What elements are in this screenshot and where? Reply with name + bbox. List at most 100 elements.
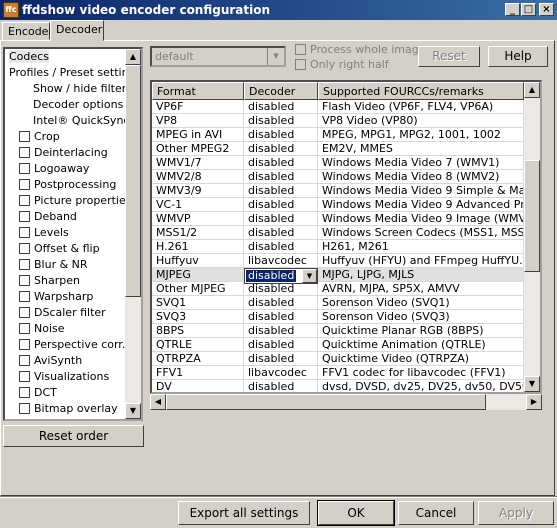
cell-decoder[interactable]: disabled <box>244 156 318 170</box>
table-row[interactable]: MSS1/2 disabled Windows Screen Codecs (MSS… <box>152 226 524 240</box>
sidebar-item[interactable]: Profiles / Preset settings <box>7 65 141 81</box>
maximize-button[interactable]: □ <box>521 3 536 16</box>
cell-decoder[interactable]: libavcodec <box>244 254 318 268</box>
sidebar-item[interactable]: Postprocessing <box>7 177 125 193</box>
cell-decoder[interactable]: disabled <box>244 114 318 128</box>
cell-decoder[interactable]: disabled <box>244 100 318 114</box>
checkbox-icon[interactable] <box>19 146 30 158</box>
checkbox-icon[interactable] <box>19 290 30 302</box>
scroll-down-icon[interactable]: ▼ <box>125 403 141 419</box>
table-row[interactable]: WMV3/9 disabled Windows Media Video 9 Simp… <box>152 184 524 198</box>
sidebar-item[interactable]: Show / hide filters <box>7 81 132 97</box>
sidebar-item[interactable]: Picture properties <box>7 193 131 209</box>
sidebar-item[interactable]: Intel® QuickSync <box>7 113 129 129</box>
checkbox-icon[interactable] <box>19 242 30 254</box>
export-settings-button[interactable]: Export all settings <box>178 501 310 525</box>
table-row[interactable]: WMV2/8 disabled Windows Media Video 8 (WMV… <box>152 170 524 184</box>
only-right-half-checkbox[interactable]: Only right half <box>295 58 389 71</box>
sidebar-item[interactable]: Blur & NR <box>7 257 125 273</box>
title-bar[interactable]: ffc ffdshow video encoder configuration … <box>0 0 557 20</box>
sidebar-item[interactable]: Deinterlacing <box>7 145 125 161</box>
table-row[interactable]: QTRLE disabled Quicktime Animation (QTRLE) <box>152 338 524 352</box>
sidebar-item[interactable]: Sharpen <box>7 273 125 289</box>
table-row[interactable]: WMVP disabled Windows Media Video 9 Image … <box>152 212 524 226</box>
grid-scroll-thumb[interactable] <box>524 160 540 272</box>
cell-decoder[interactable]: libavcodec <box>244 366 318 380</box>
checkbox-icon[interactable] <box>19 162 30 174</box>
scroll-up-icon[interactable]: ▲ <box>524 82 540 98</box>
cancel-button[interactable]: Cancel <box>398 501 474 525</box>
sidebar-item[interactable]: Perspective corr. <box>7 337 125 353</box>
table-row[interactable]: Huffyuv libavcodec Huffyuv (HFYU) and FFmp… <box>152 254 524 268</box>
column-header-remarks[interactable]: Supported FOURCCs/remarks <box>318 82 524 100</box>
filter-list[interactable]: Codecs Profiles / Preset settings Show / h… <box>3 47 143 421</box>
cell-decoder[interactable]: disabled <box>244 282 318 296</box>
chevron-down-icon[interactable]: ▼ <box>302 269 317 283</box>
preset-combo[interactable]: default ▼ <box>150 46 286 67</box>
column-header-decoder[interactable]: Decoder <box>244 82 318 100</box>
table-row[interactable]: WMV1/7 disabled Windows Media Video 7 (WMV… <box>152 156 524 170</box>
cell-decoder[interactable]: disabled <box>244 352 318 366</box>
cell-decoder[interactable]: disabled <box>244 226 318 240</box>
checkbox-icon[interactable] <box>19 210 30 222</box>
grid-hscrollbar[interactable]: ◀ ▶ <box>150 394 542 410</box>
checkbox-icon[interactable] <box>19 354 30 366</box>
tab-encoder[interactable]: Encoder <box>2 22 53 40</box>
checkbox-icon[interactable] <box>19 306 30 318</box>
checkbox-icon[interactable] <box>19 178 30 190</box>
table-row[interactable]: Other MPEG2 disabled EM2V, MMES <box>152 142 524 156</box>
checkbox-icon[interactable] <box>19 258 30 270</box>
scroll-right-icon[interactable]: ▶ <box>526 394 542 410</box>
sidebar-scroll-thumb[interactable] <box>125 65 141 297</box>
checkbox-icon[interactable] <box>19 322 30 334</box>
sidebar-item[interactable]: Offset & flip <box>7 241 125 257</box>
table-row[interactable]: VP6F disabled Flash Video (VP6F, FLV4, VP6… <box>152 100 524 114</box>
grid-hscroll-thumb[interactable] <box>166 394 486 410</box>
cell-decoder[interactable]: disabled <box>244 338 318 352</box>
sidebar-item[interactable]: Logoaway <box>7 161 125 177</box>
help-button[interactable]: Help <box>488 46 548 67</box>
cell-decoder[interactable]: disabled <box>244 170 318 184</box>
process-whole-image-checkbox[interactable]: Process whole image <box>295 43 426 56</box>
table-row[interactable]: H.261 disabled H261, M261 <box>152 240 524 254</box>
codec-grid[interactable]: Format Decoder Supported FOURCCs/remarks… <box>150 80 542 394</box>
sidebar-item[interactable]: Deband <box>7 209 125 225</box>
reset-button[interactable]: Reset <box>418 46 480 67</box>
sidebar-item[interactable]: Subtitles <box>7 417 125 419</box>
cell-decoder[interactable]: disabled <box>244 380 318 392</box>
reset-order-button[interactable]: Reset order <box>3 425 144 447</box>
sidebar-item[interactable]: Visualizations <box>7 369 125 385</box>
sidebar-item[interactable]: Bitmap overlay <box>7 401 125 417</box>
checkbox-icon[interactable] <box>19 130 30 142</box>
scroll-down-icon[interactable]: ▼ <box>524 376 540 392</box>
grid-scrollbar[interactable]: ▲ ▼ <box>524 82 540 392</box>
apply-button[interactable]: Apply <box>478 501 554 525</box>
table-row[interactable]: MJPEGdisabled MJPG, LJPG, MJLSdisabled ▼ <box>152 268 524 284</box>
sidebar-item[interactable]: AviSynth <box>7 353 125 369</box>
cell-decoder[interactable]: disabled <box>244 184 318 198</box>
table-row[interactable]: QTRPZA disabled Quicktime Video (QTRPZA) <box>152 352 524 366</box>
sidebar-item[interactable]: Noise <box>7 321 125 337</box>
cell-decoder[interactable]: disabled <box>244 128 318 142</box>
table-row[interactable]: Other MJPEG disabled AVRN, MJPA, SP5X, AMV… <box>152 282 524 296</box>
cell-decoder[interactable]: disabled <box>244 212 318 226</box>
checkbox-icon[interactable] <box>19 402 30 414</box>
sidebar-item[interactable]: Levels <box>7 225 125 241</box>
sidebar-item[interactable]: DCT <box>7 385 125 401</box>
tab-decoder[interactable]: Decoder <box>50 20 104 41</box>
ok-button[interactable]: OK <box>317 500 395 526</box>
sidebar-item[interactable]: Crop <box>7 129 125 145</box>
column-header-format[interactable]: Format <box>152 82 244 100</box>
checkbox-icon[interactable] <box>19 370 30 382</box>
table-row[interactable]: VC-1 disabled Windows Media Video 9 Advanc… <box>152 198 524 212</box>
cell-decoder[interactable]: disabled <box>244 198 318 212</box>
table-row[interactable]: VP8 disabled VP8 Video (VP80) <box>152 114 524 128</box>
checkbox-icon[interactable] <box>19 194 30 206</box>
scroll-left-icon[interactable]: ◀ <box>150 394 166 410</box>
close-button[interactable]: × <box>539 3 554 16</box>
sidebar-item[interactable]: DScaler filter <box>7 305 125 321</box>
chevron-down-icon[interactable]: ▼ <box>267 48 284 65</box>
checkbox-icon[interactable] <box>19 226 30 238</box>
checkbox-icon[interactable] <box>19 386 30 398</box>
checkbox-icon[interactable] <box>19 274 30 286</box>
